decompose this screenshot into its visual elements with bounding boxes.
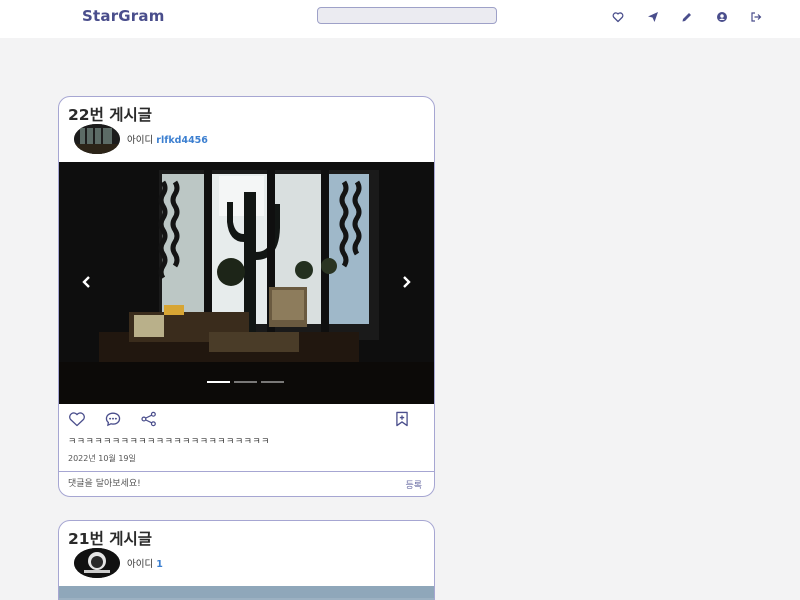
comment-input[interactable] [68, 477, 368, 491]
carousel-indicator[interactable] [234, 381, 257, 383]
pencil-icon[interactable] [679, 9, 695, 25]
post-photo-illustration [59, 586, 434, 600]
author-label: 아이디 [127, 559, 154, 570]
user-circle-icon[interactable] [714, 9, 730, 25]
search-input[interactable] [317, 7, 497, 24]
post-title: 22번 게시글 [68, 106, 153, 124]
author-avatar[interactable] [74, 124, 120, 154]
comment-bar: 등록 [59, 471, 434, 496]
like-icon[interactable] [66, 409, 88, 429]
post-image [59, 162, 434, 404]
carousel-next-button[interactable] [398, 274, 414, 290]
send-icon[interactable] [645, 9, 661, 25]
author-avatar[interactable] [74, 548, 120, 578]
post-caption: ㅋㅋㅋㅋㅋㅋㅋㅋㅋㅋㅋㅋㅋㅋㅋㅋㅋㅋㅋㅋㅋㅋㅋ [68, 437, 270, 447]
carousel-indicator[interactable] [261, 381, 284, 383]
post-card: 22번 게시글 아이디 rlfkd4456 ㅋㅋㅋㅋㅋㅋㅋㅋㅋㅋㅋㅋㅋㅋㅋㅋㅋㅋ… [58, 96, 435, 497]
bookmark-add-icon[interactable] [391, 409, 413, 429]
carousel-indicator[interactable] [207, 381, 230, 383]
carousel-prev-button[interactable] [79, 274, 95, 290]
author-label: 아이디 [127, 135, 154, 146]
post-actions [59, 409, 434, 431]
post-date: 2022년 10월 19일 [68, 454, 136, 463]
post-card: 21번 게시글 아이디 1 [58, 520, 435, 600]
top-navbar: StarGram [0, 0, 800, 38]
app-logo[interactable]: StarGram [82, 7, 165, 25]
comment-submit-button[interactable]: 등록 [405, 478, 422, 491]
share-icon[interactable] [138, 409, 160, 429]
post-image [59, 586, 434, 600]
post-title: 21번 게시글 [68, 530, 153, 548]
author-id-link[interactable]: rlfkd4456 [156, 135, 208, 146]
post-photo-illustration [59, 162, 434, 404]
author-line: 아이디 rlfkd4456 [127, 132, 208, 146]
logout-icon[interactable] [748, 9, 764, 25]
author-id-link[interactable]: 1 [156, 559, 163, 570]
author-line: 아이디 1 [127, 556, 163, 570]
comment-icon[interactable] [102, 409, 124, 429]
heart-icon[interactable] [610, 9, 626, 25]
